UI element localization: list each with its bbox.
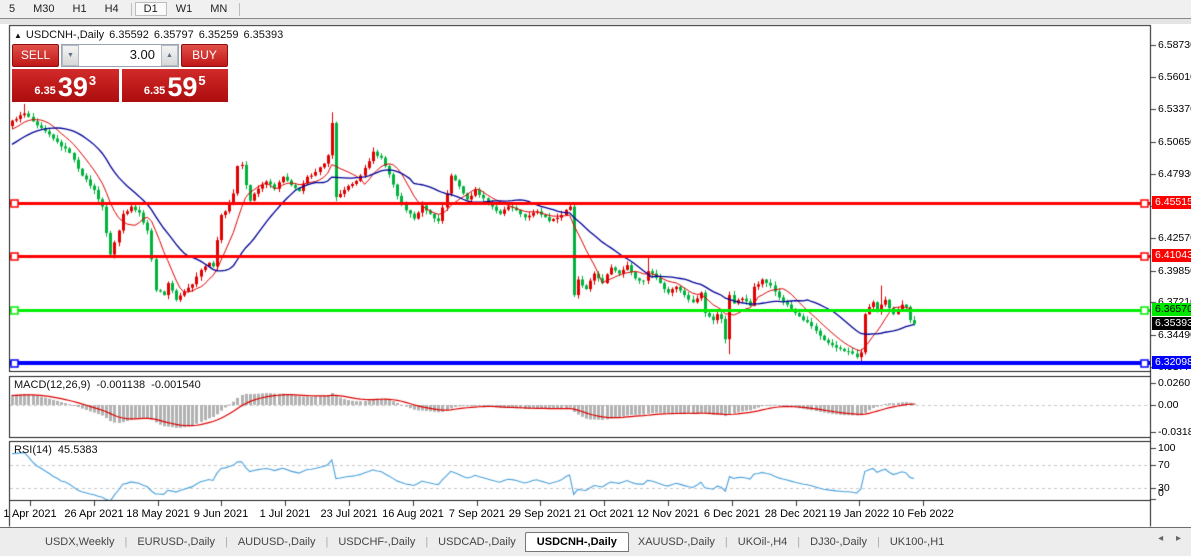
price-badge-6.36570: 6.36570 — [1152, 303, 1191, 316]
date-axis-label: 12 Nov 2021 — [637, 508, 699, 520]
macd-axis-label: -0.03187 — [1158, 426, 1191, 438]
volume-increase-button[interactable]: ▲ — [161, 45, 178, 66]
rsi-value: 45.5383 — [58, 444, 98, 456]
buy-button[interactable]: BUY — [181, 44, 228, 67]
volume-decrease-button[interactable]: ▼ — [62, 45, 79, 66]
date-axis-label: 10 Feb 2022 — [892, 508, 954, 520]
date-axis-label: 1 Apr 2021 — [3, 508, 56, 520]
macd-value-signal: -0.001540 — [151, 379, 201, 391]
price-axis-label: 6.58730 — [1158, 39, 1191, 51]
sell-price-prefix: 6.35 — [34, 85, 55, 97]
ohlc-close: 6.35393 — [243, 29, 283, 41]
date-axis-label: 16 Aug 2021 — [382, 508, 444, 520]
ohlc-high: 6.35797 — [154, 29, 194, 41]
date-axis-label: 9 Jun 2021 — [194, 508, 248, 520]
date-axis-label: 28 Dec 2021 — [765, 508, 827, 520]
price-axis-label: 6.42570 — [1158, 232, 1191, 244]
sell-price-pip: 3 — [89, 73, 96, 88]
collapse-panel-icon[interactable]: ▲ — [14, 31, 22, 40]
sell-price-display[interactable]: 6.35 39 3 — [12, 69, 119, 102]
volume-spinner: ▼ 3.00 ▲ — [61, 44, 179, 67]
price-axis-label: 6.39850 — [1158, 265, 1191, 277]
rsi-axis-label: 100 — [1158, 442, 1176, 454]
date-axis-label: 18 May 2021 — [126, 508, 190, 520]
date-axis-label: 29 Sep 2021 — [509, 508, 571, 520]
date-axis-label: 19 Jan 2022 — [829, 508, 890, 520]
price-axis-label: 6.47930 — [1158, 168, 1191, 180]
tab-scroll-right-icon[interactable]: ▸ — [1176, 533, 1181, 544]
macd-value-main: -0.001138 — [96, 379, 145, 391]
date-axis-label: 21 Oct 2021 — [574, 508, 634, 520]
rsi-label: RSI(14) 45.5383 — [14, 444, 104, 456]
macd-axis-label: 0.00 — [1158, 399, 1178, 411]
sell-button[interactable]: SELL — [12, 44, 59, 67]
sell-price-main: 39 — [58, 74, 88, 100]
price-axis-label: 6.56010 — [1158, 71, 1191, 83]
ohlc-low: 6.35259 — [199, 29, 239, 41]
price-axis-label: 6.50650 — [1158, 136, 1191, 148]
date-axis-label: 1 Jul 2021 — [260, 508, 311, 520]
price-axis-label: 6.34490 — [1158, 329, 1191, 341]
date-axis-label: 6 Dec 2021 — [704, 508, 760, 520]
buy-price-pip: 5 — [198, 73, 205, 88]
price-badge-6.41043: 6.41043 — [1152, 249, 1191, 262]
macd-name: MACD(12,26,9) — [14, 379, 90, 391]
macd-axis-label: 0.02607 — [1158, 377, 1191, 389]
one-click-trading-panel: SELL ▼ 3.00 ▲ BUY 6.35 39 3 6.35 59 5 — [12, 44, 228, 102]
price-axis-label: 6.53370 — [1158, 103, 1191, 115]
rsi-name: RSI(14) — [14, 444, 52, 456]
rsi-axis-label: 0 — [1158, 487, 1164, 499]
date-axis-label: 26 Apr 2021 — [64, 508, 123, 520]
chart-title: USDCNH-,Daily — [26, 29, 104, 41]
tab-scroll-left-icon[interactable]: ◂ — [1158, 533, 1163, 544]
date-axis-label: 23 Jul 2021 — [321, 508, 378, 520]
rsi-axis-label: 70 — [1158, 459, 1170, 471]
buy-price-main: 59 — [167, 74, 197, 100]
price-badge-6.32098: 6.32098 — [1152, 356, 1191, 369]
ohlc-open: 6.35592 — [109, 29, 149, 41]
buy-price-prefix: 6.35 — [144, 85, 165, 97]
volume-value[interactable]: 3.00 — [79, 45, 161, 66]
price-badge-6.35393: 6.35393 — [1152, 317, 1191, 330]
ohlc-info-line: ▲ USDCNH-,Daily 6.35592 6.35797 6.35259 6.353… — [14, 29, 288, 41]
price-badge-6.45515: 6.45515 — [1152, 196, 1191, 209]
macd-label: MACD(12,26,9) -0.001138 -0.001540 — [14, 379, 207, 391]
tab-scroll-arrows: ◂ ▸ — [1148, 533, 1181, 544]
date-axis-label: 7 Sep 2021 — [449, 508, 505, 520]
buy-price-display[interactable]: 6.35 59 5 — [122, 69, 229, 102]
